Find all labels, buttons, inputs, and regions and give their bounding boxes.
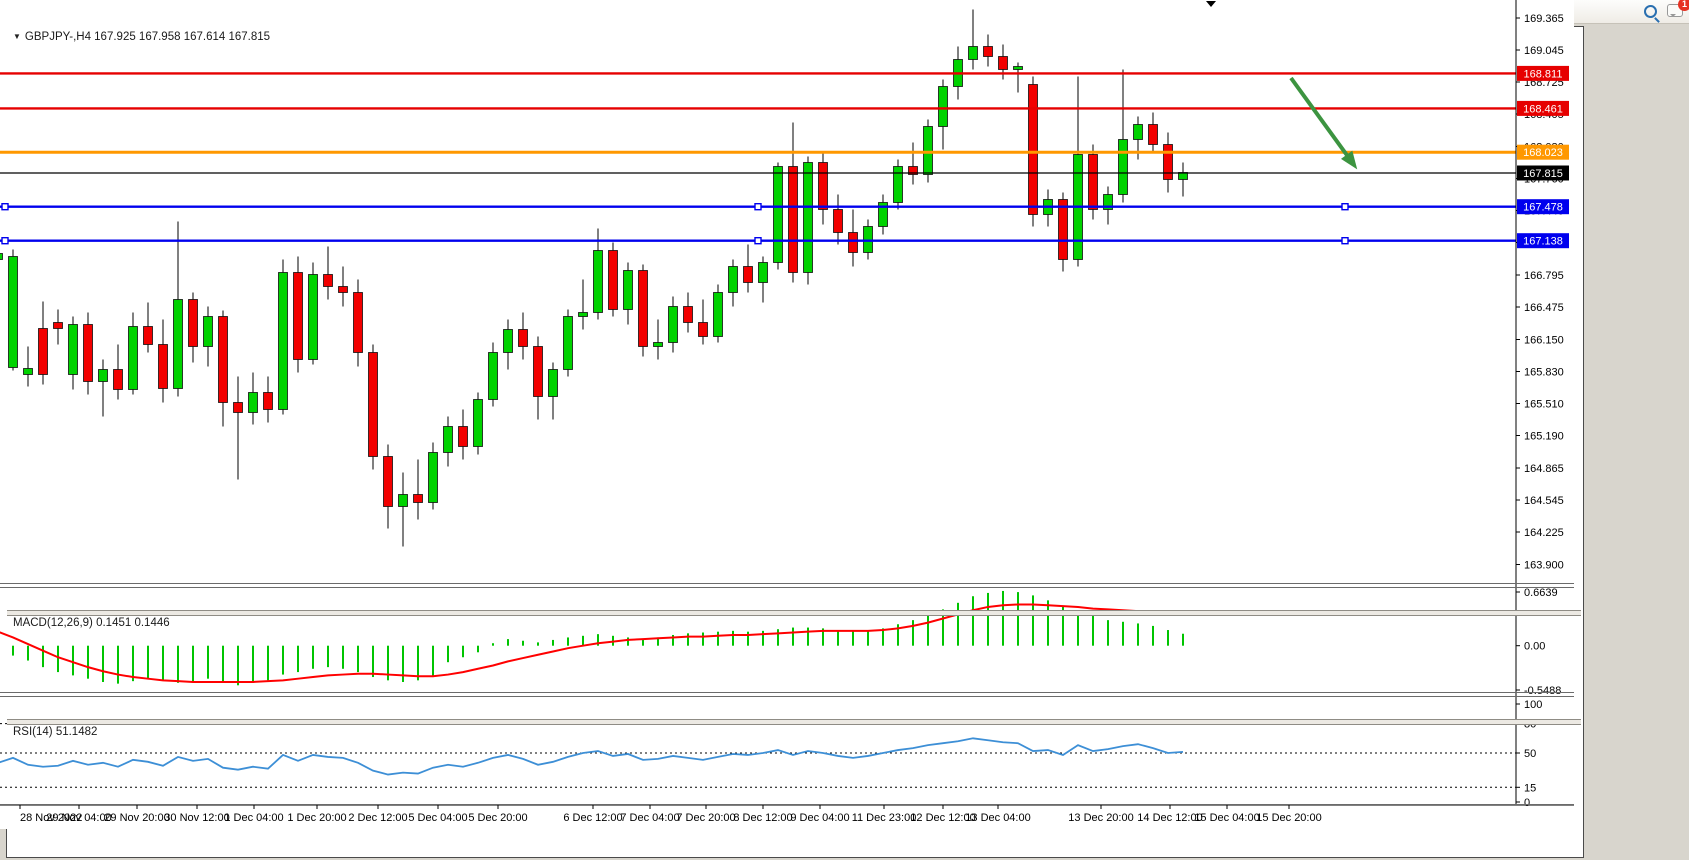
svg-text:0.6639: 0.6639 — [1524, 587, 1558, 599]
svg-text:163.900: 163.900 — [1524, 560, 1564, 572]
svg-text:9 Dec 04:00: 9 Dec 04:00 — [790, 812, 849, 824]
svg-text:166.150: 166.150 — [1524, 335, 1564, 347]
hline-handle[interactable] — [1342, 238, 1348, 244]
notification-badge: 1 — [1678, 0, 1689, 11]
svg-text:13 Dec 20:00: 13 Dec 20:00 — [1068, 812, 1133, 824]
hline-handle[interactable] — [1342, 204, 1348, 210]
svg-text:167.138: 167.138 — [1523, 236, 1563, 248]
svg-text:29 Nov 04:00: 29 Nov 04:00 — [46, 812, 111, 824]
hline-handle[interactable] — [2, 238, 8, 244]
macd-indicator-label: MACD(12,26,9) 0.1451 0.1446 — [13, 617, 170, 629]
svg-text:15: 15 — [1524, 782, 1536, 794]
chart-window: 169.365169.045168.725168.405168.080167.7… — [6, 26, 1584, 858]
hline-handle[interactable] — [755, 204, 761, 210]
svg-text:50: 50 — [1524, 748, 1536, 760]
svg-text:11 Dec 23:00: 11 Dec 23:00 — [852, 812, 917, 824]
svg-text:7 Dec 20:00: 7 Dec 20:00 — [676, 812, 735, 824]
svg-text:15 Dec 20:00: 15 Dec 20:00 — [1256, 812, 1321, 824]
svg-text:30 Nov 12:00: 30 Nov 12:00 — [164, 812, 229, 824]
svg-text:0.00: 0.00 — [1524, 641, 1545, 653]
svg-text:15 Dec 04:00: 15 Dec 04:00 — [1194, 812, 1259, 824]
svg-text:168.023: 168.023 — [1523, 147, 1563, 159]
chart-background — [0, 0, 1574, 829]
chart-title: ▼GBPJPY-,H4 167.925 167.958 167.614 167.… — [13, 31, 270, 43]
svg-text:169.045: 169.045 — [1524, 45, 1564, 57]
svg-text:166.475: 166.475 — [1524, 302, 1564, 314]
svg-text:1 Dec 04:00: 1 Dec 04:00 — [224, 812, 283, 824]
svg-text:167.815: 167.815 — [1523, 168, 1563, 180]
svg-text:8 Dec 12:00: 8 Dec 12:00 — [733, 812, 792, 824]
chart-canvas[interactable]: 169.365169.045168.725168.405168.080167.7… — [0, 0, 1576, 830]
svg-text:1 Dec 20:00: 1 Dec 20:00 — [287, 812, 346, 824]
svg-text:164.865: 164.865 — [1524, 463, 1564, 475]
svg-text:29 Nov 20:00: 29 Nov 20:00 — [104, 812, 169, 824]
mdi-area: 169.365169.045168.725168.405168.080167.7… — [0, 24, 1689, 860]
svg-text:164.545: 164.545 — [1524, 495, 1564, 507]
svg-text:5 Dec 20:00: 5 Dec 20:00 — [468, 812, 527, 824]
svg-text:-0.5488: -0.5488 — [1524, 685, 1561, 697]
chart-menu-icon[interactable]: ▼ — [13, 32, 21, 41]
chat-button[interactable]: 1 — [1667, 4, 1683, 20]
svg-text:2 Dec 12:00: 2 Dec 12:00 — [348, 812, 407, 824]
search-icon[interactable] — [1644, 5, 1657, 18]
svg-text:169.365: 169.365 — [1524, 13, 1564, 25]
svg-text:165.830: 165.830 — [1524, 367, 1564, 379]
svg-text:168.461: 168.461 — [1523, 103, 1563, 115]
svg-text:168.811: 168.811 — [1524, 68, 1563, 80]
svg-text:7 Dec 04:00: 7 Dec 04:00 — [620, 812, 679, 824]
mt4-window: 新订单◆▥◉◎自动交易▶◀▦▼◷▼▧▼↖＋｜—∕∥≡AT↘▼M1M5M15M30… — [0, 0, 1689, 860]
hline-handle[interactable] — [755, 238, 761, 244]
hline-handle[interactable] — [2, 204, 8, 210]
svg-text:164.225: 164.225 — [1524, 527, 1564, 539]
svg-text:165.510: 165.510 — [1524, 399, 1564, 411]
svg-text:166.795: 166.795 — [1524, 270, 1564, 282]
toolbar-right: 1 — [1644, 4, 1689, 20]
svg-text:167.478: 167.478 — [1523, 202, 1563, 214]
svg-text:6 Dec 12:00: 6 Dec 12:00 — [563, 812, 622, 824]
svg-text:14 Dec 12:00: 14 Dec 12:00 — [1137, 812, 1202, 824]
svg-text:5 Dec 04:00: 5 Dec 04:00 — [408, 812, 467, 824]
svg-text:165.190: 165.190 — [1524, 431, 1564, 443]
svg-text:0: 0 — [1524, 797, 1530, 809]
svg-text:100: 100 — [1524, 699, 1542, 711]
macd-splitter[interactable] — [7, 610, 1581, 616]
svg-text:13 Dec 04:00: 13 Dec 04:00 — [965, 812, 1030, 824]
rsi-indicator-label: RSI(14) 51.1482 — [13, 726, 97, 738]
rsi-splitter[interactable] — [7, 719, 1581, 725]
